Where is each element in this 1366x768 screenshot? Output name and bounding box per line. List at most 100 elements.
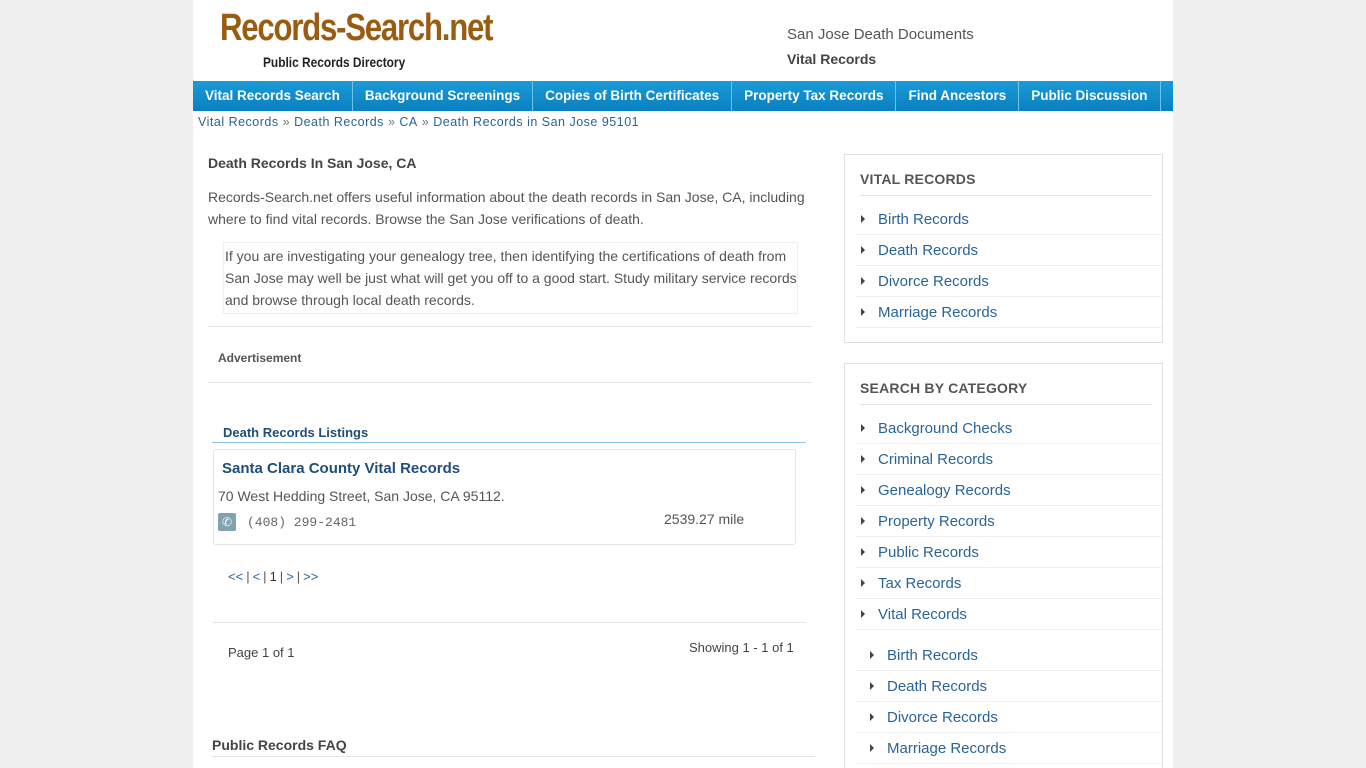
pager-separator: | [279,569,284,584]
sidebar-item-label: Vital Records [878,605,967,623]
sidebar-item-criminal-records[interactable]: Criminal Records [855,444,1162,475]
listing-distance: 2539.27 mile [664,511,745,527]
main-content: Death Records In San Jose, CA Records-Se… [208,155,815,757]
pager-last[interactable]: >> [303,569,318,584]
breadcrumb-separator: » [421,115,430,129]
sidebar-item-tax-records[interactable]: Tax Records [855,568,1162,599]
nav-public-discussion[interactable]: Public Discussion [1019,81,1161,111]
logo-wordmark: Records-Search.net [220,7,493,49]
page: Records-Search.net Public Records Direct… [193,0,1173,768]
page-indicator: Page 1 of 1 [228,645,295,660]
caret-right-icon [861,215,865,223]
listings-title: Death Records Listings [212,425,806,443]
listing-card: Santa Clara County Vital Records 70 West… [213,449,796,545]
caret-right-icon [861,308,865,316]
sidebar-item-label: Death Records [878,241,979,259]
category-sub-list: Birth Records Death Records Divorce Reco… [855,640,1162,764]
advertisement-label: Advertisement [218,351,302,365]
caret-right-icon [861,548,865,556]
search-by-category-box: SEARCH BY CATEGORY Background Checks Cri… [844,363,1163,768]
sidebar-item-label: Marriage Records [878,303,998,321]
caret-right-icon [861,246,865,254]
caret-right-icon [870,713,874,721]
caret-right-icon [870,744,874,752]
search-by-category-title: SEARCH BY CATEGORY [860,364,1152,405]
phone-icon: ✆ [218,513,236,531]
caret-right-icon [861,486,865,494]
listing-phone: (408) 299-2481 [247,515,357,530]
sidebar-item-death-records[interactable]: Death Records [855,235,1162,266]
breadcrumb: Vital Records» Death Records» CA» Death Rec… [198,115,639,129]
sidebar-item-label: Birth Records [878,210,969,228]
sidebar-item-background-checks[interactable]: Background Checks [855,413,1162,444]
pager-first[interactable]: << [228,569,243,584]
listing-name-link[interactable]: Santa Clara County Vital Records [222,460,460,477]
genealogy-quote: If you are investigating your genealogy … [223,242,798,314]
sidebar-item-divorce-records[interactable]: Divorce Records [855,266,1162,297]
pager-prev[interactable]: < [253,569,261,584]
nav-copies-of-birth-certificates[interactable]: Copies of Birth Certificates [533,81,733,111]
pagination: << | < | 1 | > | >> [228,569,318,584]
nav-property-tax-records[interactable]: Property Tax Records [732,81,897,111]
breadcrumb-separator: » [282,115,291,129]
sidebar-subitem-birth-records[interactable]: Birth Records [855,640,1162,671]
sidebar-item-marriage-records[interactable]: Marriage Records [855,297,1162,328]
nav-find-ancestors[interactable]: Find Ancestors [896,81,1020,111]
listing-address: 70 West Hedding Street, San Jose, CA 951… [218,488,505,504]
vital-records-list: Birth Records Death Records Divorce Reco… [855,204,1162,328]
vital-records-box: VITAL RECORDS Birth Records Death Record… [844,154,1163,343]
category-list: Background Checks Criminal Records Genea… [855,413,1162,630]
divider [213,622,806,623]
sidebar-item-label: Genealogy Records [878,481,1011,499]
sidebar-item-label: Criminal Records [878,450,994,468]
sidebar-item-birth-records[interactable]: Birth Records [855,204,1162,235]
sidebar-item-public-records[interactable]: Public Records [855,537,1162,568]
divider [208,382,813,383]
sidebar-item-property-records[interactable]: Property Records [855,506,1162,537]
pager-separator: | [246,569,250,584]
sidebar-subitem-death-records[interactable]: Death Records [855,671,1162,702]
sidebar-subitem-marriage-records[interactable]: Marriage Records [855,733,1162,764]
nav-vital-records-search[interactable]: Vital Records Search [193,81,353,111]
sidebar-item-genealogy-records[interactable]: Genealogy Records [855,475,1162,506]
results-count: Showing 1 - 1 of 1 [689,640,794,655]
pager-next[interactable]: > [286,569,294,584]
caret-right-icon [861,579,865,587]
pager-separator: | [263,569,267,584]
caret-right-icon [861,277,865,285]
vital-records-title: VITAL RECORDS [860,155,1152,196]
sidebar-item-label: Birth Records [887,646,978,664]
logo-tagline: Public Records Directory [263,54,406,70]
sidebar-item-label: Tax Records [878,574,962,592]
main-nav: Vital Records Search Background Screenin… [193,81,1173,111]
breadcrumb-vital-records[interactable]: Vital Records [198,115,279,129]
sidebar-item-label: Death Records [887,677,988,695]
breadcrumb-current[interactable]: Death Records in San Jose 95101 [433,115,639,129]
faq-title: Public Records FAQ [212,737,815,757]
page-title: Death Records In San Jose, CA [208,155,417,171]
divider [208,326,813,327]
caret-right-icon [870,682,874,690]
pager-current: 1 [269,569,277,584]
sidebar-item-label: Divorce Records [887,708,998,726]
sidebar-item-label: Property Records [878,512,995,530]
sidebar-item-label: Public Records [878,543,979,561]
site-logo[interactable]: Records-Search.net Public Records Direct… [220,8,493,70]
pager-separator: | [296,569,301,584]
breadcrumb-death-records[interactable]: Death Records [294,115,384,129]
breadcrumb-ca[interactable]: CA [399,115,417,129]
header-subtitle: Vital Records [787,51,877,67]
caret-right-icon [861,455,865,463]
sidebar-subitem-divorce-records[interactable]: Divorce Records [855,702,1162,733]
header-info: San Jose Death Documents Vital Records [787,26,974,67]
intro-text: Records-Search.net offers useful informa… [208,189,805,227]
caret-right-icon [861,517,865,525]
sidebar-item-label: Divorce Records [878,272,989,290]
caret-right-icon [861,610,865,618]
nav-background-screenings[interactable]: Background Screenings [353,81,534,111]
sidebar-item-vital-records[interactable]: Vital Records [855,599,1162,630]
sidebar-item-label: Background Checks [878,419,1013,437]
sidebar-item-label: Marriage Records [887,739,1007,757]
caret-right-icon [870,651,874,659]
breadcrumb-separator: » [387,115,396,129]
